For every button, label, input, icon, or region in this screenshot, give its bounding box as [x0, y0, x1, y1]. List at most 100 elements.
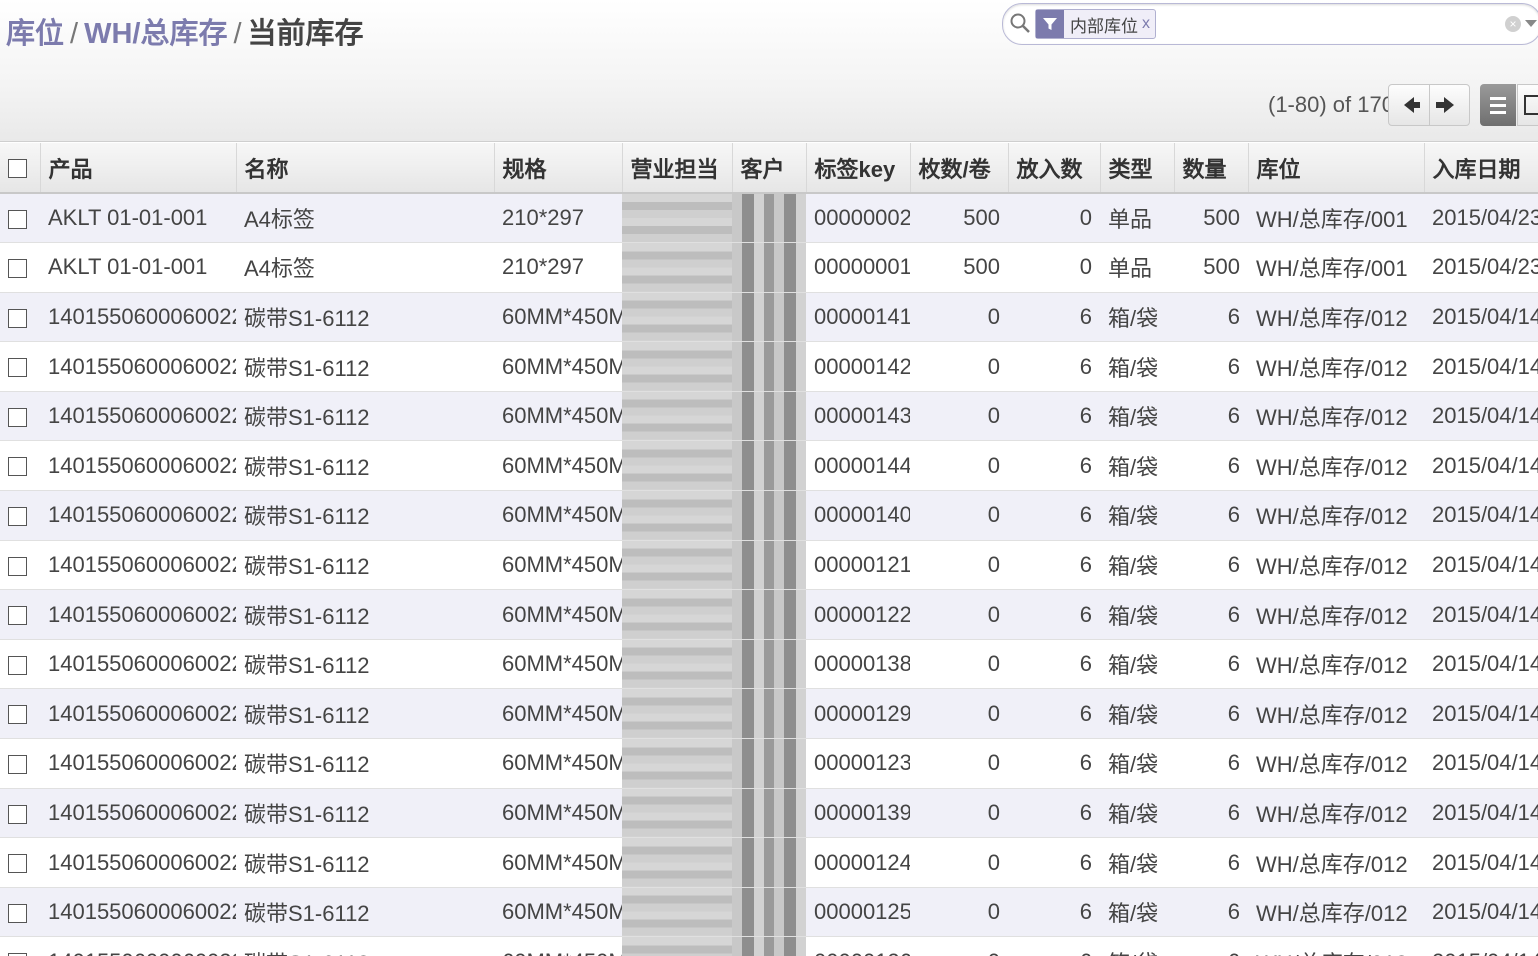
table-row[interactable]: AKLT 01-01-001 A4标签 210*297 00000002 500 0 单品 5…	[0, 193, 1538, 244]
cell-quantity: 6	[1174, 391, 1248, 442]
facet-remove-icon[interactable]: x	[1142, 15, 1155, 33]
cell-location: WH/总库存/012	[1248, 589, 1424, 640]
row-select-cell[interactable]	[0, 391, 40, 442]
column-header-date[interactable]: 入库日期	[1424, 143, 1538, 194]
row-select-cell[interactable]	[0, 490, 40, 541]
cell-per-roll: 500	[910, 242, 1008, 293]
cell-per-roll: 0	[910, 738, 1008, 789]
cell-location: WH/总库存/012	[1248, 540, 1424, 591]
row-checkbox[interactable]	[8, 457, 27, 477]
column-header-key[interactable]: 标签key	[806, 143, 911, 194]
column-header-customer[interactable]: 客户	[732, 143, 807, 194]
cell-sales	[622, 341, 732, 392]
row-checkbox[interactable]	[8, 755, 27, 775]
row-select-cell[interactable]	[0, 788, 40, 839]
pager-value[interactable]: (1-80) of 1708	[1268, 92, 1406, 118]
cell-type: 单品	[1100, 193, 1174, 244]
row-select-cell[interactable]	[0, 193, 40, 244]
row-select-cell[interactable]	[0, 887, 40, 938]
cell-location: WH/总库存/012	[1248, 788, 1424, 839]
row-checkbox[interactable]	[8, 606, 27, 626]
table-row[interactable]: 1401550600060022碳带S1-611260MM*450M 000001…	[0, 936, 1538, 956]
table-row[interactable]: 1401550600060022碳带S1-611260MM*450M 000001…	[0, 738, 1538, 789]
cell-spec: 60MM*450M	[494, 837, 622, 888]
search-icon[interactable]	[1009, 12, 1031, 34]
table-row[interactable]: AKLT 01-01-001 A4标签 210*297 00000001 500 0 单品 5…	[0, 242, 1538, 293]
table-row[interactable]: 1401550600060022碳带S1-611260MM*450M 000001…	[0, 490, 1538, 541]
column-header-type[interactable]: 类型	[1100, 143, 1175, 194]
cell-name: A4标签	[236, 193, 494, 244]
table-row[interactable]: 1401550600060022碳带S1-611260MM*450M 000001…	[0, 639, 1538, 690]
table-header: 产品 名称 规格 营业担当 客户 标签key 枚数/卷 放入数 类型 数量 库位…	[0, 143, 1538, 194]
column-header-product[interactable]: 产品	[40, 143, 237, 194]
column-header-per-roll[interactable]: 枚数/卷	[910, 143, 1009, 194]
cell-key: 00000142	[806, 341, 910, 392]
row-select-cell[interactable]	[0, 540, 40, 591]
row-checkbox[interactable]	[8, 209, 27, 229]
row-select-cell[interactable]	[0, 837, 40, 888]
list-view: 产品 名称 规格 营业担当 客户 标签key 枚数/卷 放入数 类型 数量 库位…	[0, 143, 1538, 956]
select-all-cell[interactable]	[0, 143, 41, 194]
pager-previous-button[interactable]	[1389, 85, 1430, 125]
row-select-cell[interactable]	[0, 440, 40, 492]
table-row[interactable]: 1401550600060022碳带S1-611260MM*450M 000001…	[0, 292, 1538, 343]
row-select-cell[interactable]	[0, 936, 40, 956]
clear-search-icon[interactable]: ×	[1505, 16, 1521, 32]
cell-key: 00000123	[806, 738, 910, 789]
row-checkbox[interactable]	[8, 556, 27, 576]
table-row[interactable]: 1401550600060022碳带S1-611260MM*450M 000001…	[0, 788, 1538, 839]
row-checkbox[interactable]	[8, 308, 27, 328]
row-checkbox[interactable]	[8, 358, 27, 378]
column-header-location[interactable]: 库位	[1248, 143, 1425, 194]
row-select-cell[interactable]	[0, 341, 40, 392]
row-checkbox[interactable]	[8, 854, 27, 874]
cell-location: WH/总库存/001	[1248, 242, 1424, 293]
cell-sales	[622, 887, 732, 938]
row-select-cell[interactable]	[0, 738, 40, 789]
select-all-checkbox[interactable]	[8, 159, 27, 179]
row-select-cell[interactable]	[0, 639, 40, 690]
table-row[interactable]: 1401550600060022碳带S1-611260MM*450M 000001…	[0, 589, 1538, 640]
table-row[interactable]: 1401550600060022碳带S1-611260MM*450M 000001…	[0, 440, 1538, 492]
search-bar[interactable]: 内部库位 x ×	[1002, 3, 1538, 45]
breadcrumb-link-warehouse[interactable]: WH/总库存	[84, 18, 227, 50]
row-checkbox[interactable]	[8, 804, 27, 824]
row-checkbox[interactable]	[8, 655, 27, 675]
column-header-spec[interactable]: 规格	[494, 143, 623, 194]
kanban-view-button[interactable]	[1517, 84, 1538, 126]
cell-sales	[622, 837, 732, 888]
table-row[interactable]: 1401550600060022碳带S1-611260MM*450M 000001…	[0, 391, 1538, 442]
column-header-quantity[interactable]: 数量	[1174, 143, 1249, 194]
row-select-cell[interactable]	[0, 242, 40, 293]
row-select-cell[interactable]	[0, 688, 40, 740]
table-row[interactable]: 1401550600060022碳带S1-611260MM*450M 000001…	[0, 837, 1538, 888]
cell-quantity: 6	[1174, 540, 1248, 591]
cell-customer	[732, 936, 806, 956]
row-checkbox[interactable]	[8, 705, 27, 725]
cell-name: 碳带S1-6112	[236, 788, 494, 839]
cell-per-roll: 0	[910, 292, 1008, 343]
row-checkbox[interactable]	[8, 903, 27, 923]
cell-spec: 60MM*450M	[494, 490, 622, 541]
breadcrumb-link-locations[interactable]: 库位	[6, 18, 64, 50]
cell-quantity: 6	[1174, 292, 1248, 343]
row-select-cell[interactable]	[0, 589, 40, 640]
search-dropdown-icon[interactable]	[1525, 20, 1537, 27]
row-checkbox[interactable]	[8, 407, 27, 427]
row-checkbox[interactable]	[8, 507, 27, 527]
list-view-button[interactable]	[1480, 84, 1516, 126]
cell-name: 碳带S1-6112	[236, 589, 494, 640]
cell-product: 1401550600060022	[40, 887, 236, 938]
cell-customer	[732, 887, 806, 938]
column-header-put-in[interactable]: 放入数	[1008, 143, 1101, 194]
column-header-sales[interactable]: 营业担当	[622, 143, 733, 194]
table-row[interactable]: 1401550600060022碳带S1-611260MM*450M 000001…	[0, 341, 1538, 392]
pager-next-button[interactable]	[1430, 85, 1470, 125]
table-row[interactable]: 1401550600060022碳带S1-611260MM*450M 000001…	[0, 540, 1538, 591]
cell-date: 2015/04/23	[1424, 242, 1538, 293]
row-select-cell[interactable]	[0, 292, 40, 343]
table-row[interactable]: 1401550600060022碳带S1-611260MM*450M 000001…	[0, 887, 1538, 938]
column-header-name[interactable]: 名称	[236, 143, 495, 194]
table-row[interactable]: 1401550600060022碳带S1-611260MM*450M 000001…	[0, 688, 1538, 740]
row-checkbox[interactable]	[8, 259, 27, 279]
